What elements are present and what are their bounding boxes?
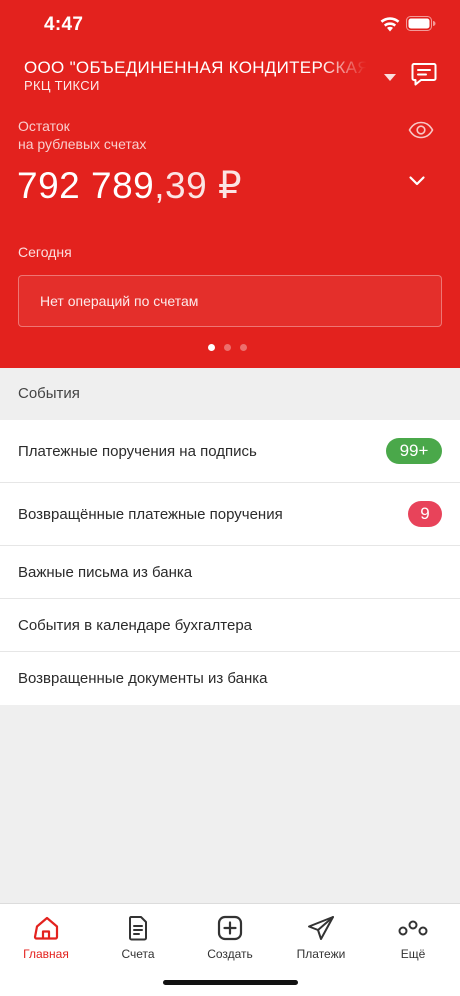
balance-amount: 792 789,39 ₽ <box>17 164 242 207</box>
balance-label: Остаток на рублевых счетах <box>18 117 146 153</box>
event-item-label: Важные письма из банка <box>18 563 193 581</box>
chat-icon <box>411 62 437 91</box>
screen: 4:47 ООО "ОБЪЕДИНЕННАЯ КОНДИТЕРСКАЯ СЕТЬ… <box>0 0 460 996</box>
count-badge: 9 <box>408 501 442 527</box>
expand-accounts-button[interactable] <box>408 174 436 200</box>
more-dots-icon <box>373 912 453 944</box>
eye-icon <box>408 121 434 144</box>
balance-integer: 792 789 <box>17 165 155 206</box>
summary-header: 4:47 ООО "ОБЪЕДИНЕННАЯ КОНДИТЕРСКАЯ СЕТЬ… <box>0 0 460 368</box>
pagination-dot-1[interactable] <box>208 344 215 351</box>
status-time: 4:47 <box>44 14 84 35</box>
today-label: Сегодня <box>18 244 72 260</box>
carousel-pagination <box>208 344 247 351</box>
company-name-fade <box>320 56 378 82</box>
toggle-balance-visibility-button[interactable] <box>408 120 438 146</box>
home-icon <box>6 912 86 944</box>
tab-label: Главная <box>23 947 69 961</box>
pagination-dot-3[interactable] <box>240 344 247 351</box>
tab-accounts[interactable]: Счета <box>98 912 178 961</box>
event-item-label: Возвращенные документы из банка <box>18 670 268 687</box>
tab-home[interactable]: Главная <box>6 912 86 961</box>
status-bar: 4:47 <box>0 0 460 50</box>
plus-square-icon <box>190 912 270 944</box>
tab-label: Платежи <box>296 947 346 961</box>
event-item-label: Возвращённые платежные поручения <box>18 505 283 523</box>
balance-label-line1: Остаток <box>18 118 70 134</box>
event-item-important-letters[interactable]: Важные письма из банка <box>0 546 460 599</box>
tab-label: Создать <box>207 947 253 961</box>
messages-button[interactable] <box>402 56 446 96</box>
company-dropdown-icon[interactable] <box>384 69 396 87</box>
wifi-icon <box>380 16 400 37</box>
events-section-title: События <box>0 368 460 420</box>
paper-plane-icon <box>281 912 361 944</box>
event-item-returned-payment-orders[interactable]: Возвращённые платежные поручения 9 <box>0 483 460 546</box>
tab-payments[interactable]: Платежи <box>281 912 361 961</box>
tab-more[interactable]: Ещё <box>373 912 453 961</box>
event-item-accountant-calendar[interactable]: События в календаре бухгалтера <box>0 599 460 652</box>
event-item-label: События в календаре бухгалтера <box>18 616 253 634</box>
battery-icon <box>406 16 436 36</box>
document-icon <box>98 912 178 944</box>
tab-create[interactable]: Создать <box>190 912 270 961</box>
count-badge: 99+ <box>386 438 442 464</box>
event-item-label: Платежные поручения на подпись <box>18 442 257 460</box>
balance-fraction: ,39 ₽ <box>154 165 243 206</box>
balance-label-line2: на рублевых счетах <box>18 136 147 152</box>
no-operations-box: Нет операций по счетам <box>18 275 442 327</box>
events-list: Платежные поручения на подпись 99+ Возвр… <box>0 420 460 705</box>
pagination-dot-2[interactable] <box>224 344 231 351</box>
event-item-payment-orders-to-sign[interactable]: Платежные поручения на подпись 99+ <box>0 420 460 483</box>
home-indicator <box>163 980 298 985</box>
tab-label: Ещё <box>400 947 426 961</box>
chevron-down-icon <box>408 174 426 191</box>
branch-name: РКЦ ТИКСИ <box>24 78 100 93</box>
event-item-returned-documents[interactable]: Возвращенные документы из банка <box>0 652 460 705</box>
tab-label: Счета <box>121 947 155 961</box>
